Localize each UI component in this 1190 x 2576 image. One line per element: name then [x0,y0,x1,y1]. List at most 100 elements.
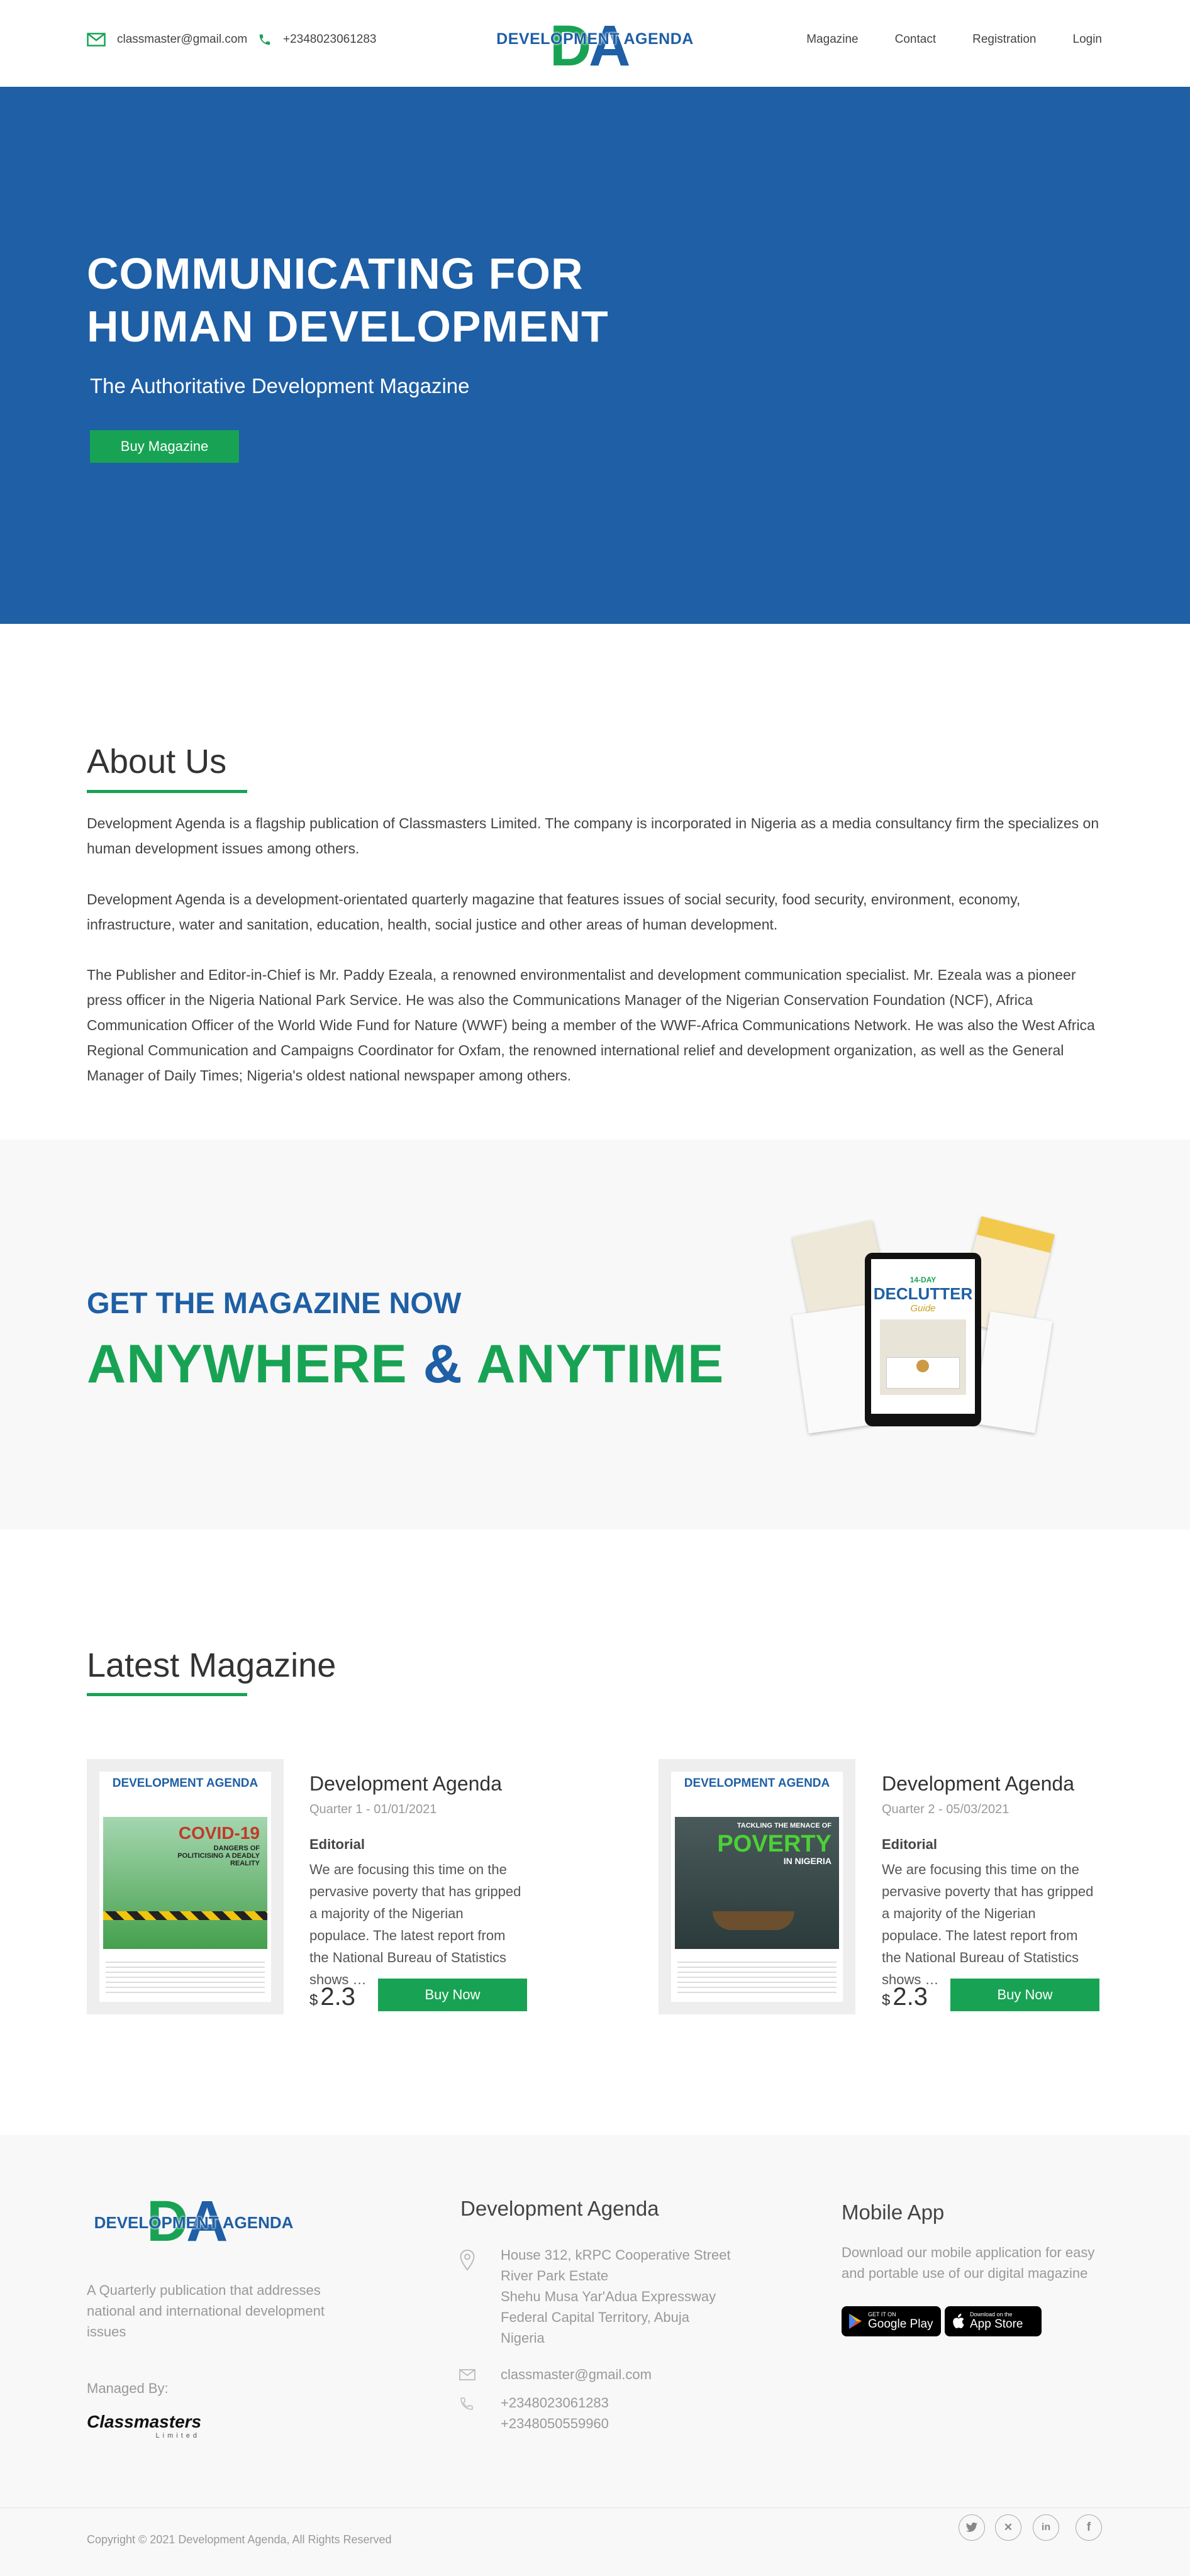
cover-1-page: DEVELOPMENT AGENDA COVID-19 DANGERS OF P… [99,1772,271,2002]
tablet-device: 14-DAY DECLUTTER Guide [865,1253,981,1426]
magazine-cover-1[interactable]: DEVELOPMENT AGENDA COVID-19 DANGERS OF P… [87,1759,284,2014]
magazine-2-title[interactable]: Development Agenda [882,1772,1074,1796]
cover-2-masthead: DEVELOPMENT AGENDA [671,1777,843,1790]
about-title: About Us [87,743,227,780]
nav-login[interactable]: Login [1073,33,1103,47]
cover-1-art: COVID-19 DANGERS OF POLITICISING A DEADL… [103,1817,267,1949]
promo-big-heading: ANYWHERE & ANYTIME [87,1333,724,1396]
phone-icon [259,34,270,45]
magazine-1-date: Quarter 1 - 01/01/2021 [309,1802,437,1816]
footer-logo-text: DEVELOPMENT AGENDA [94,2213,294,2232]
footer-col3-title: Mobile App [842,2201,945,2224]
cover-1-footer-text [106,1958,265,1993]
tablet-title: DECLUTTER [873,1284,973,1303]
magazine-1-buy-button[interactable]: Buy Now [378,1979,527,2011]
tablet-screen: 14-DAY DECLUTTER Guide [871,1259,975,1414]
tablet-title-top: 14-DAY [909,1275,937,1284]
footer-email[interactable]: classmaster@gmail.com [501,2364,652,2385]
magazine-2-currency: $ [882,1992,891,2009]
cover-2-footer-text [677,1958,837,1993]
footer-address: House 312, kRPC Cooperative Street River… [501,2245,731,2348]
cover-1-tape [103,1911,267,1920]
twitter-icon[interactable] [959,2514,985,2541]
hero-section: COMMUNICATING FOR HUMAN DEVELOPMENT The … [0,87,1190,624]
magazine-2-section: Editorial [882,1836,938,1852]
cover-2-headline: POVERTY [717,1831,831,1857]
magazine-2-price: $2.3 [882,1983,928,2011]
address-line-4: Federal Capital Territory, Abuja [501,2309,689,2325]
collage-magazine-front-right [972,1311,1053,1433]
app-store-badge[interactable]: Download on the App Store [945,2306,1042,2336]
footer: D A DEVELOPMENT AGENDA A Quarterly publi… [0,2135,1190,2507]
site-logo[interactable]: D A DEVELOPMENT AGENDA [494,14,696,78]
footer-logo[interactable]: D A DEVELOPMENT AGENDA [87,2189,301,2253]
google-play-badge[interactable]: GET IT ON Google Play [842,2306,941,2336]
about-paragraph-1: Development Agenda is a flagship publica… [87,815,1099,857]
promo-anywhere: ANYWHERE [87,1334,408,1394]
nav-magazine[interactable]: Magazine [806,33,858,47]
footer-app-text: Download our mobile application for easy… [842,2245,1095,2281]
facebook-icon[interactable]: f [1076,2514,1102,2541]
header-phone[interactable]: +2348023061283 [258,33,376,47]
nav-registration[interactable]: Registration [972,33,1036,47]
top-bar: classmaster@gmail.com +2348023061283 D A… [0,0,1190,87]
google-play-text: GET IT ON Google Play [868,2311,933,2331]
magazine-1-title[interactable]: Development Agenda [309,1772,502,1796]
cover-2-art: TACKLING THE MENACE OF POVERTY IN NIGERI… [675,1817,839,1949]
magazine-2-date: Quarter 2 - 05/03/2021 [882,1802,1009,1816]
footer-phones: +2348023061283 +2348050559960 [501,2392,609,2434]
main-nav: Magazine Contact Registration Login [806,33,1102,47]
magazine-2-buy-button[interactable]: Buy Now [950,1979,1099,2011]
google-play-icon [849,2314,862,2329]
tablet-cover-photo [880,1319,966,1395]
cover-1-subhead: DANGERS OF POLITICISING A DEADLY REALITY [177,1845,260,1867]
footer-col2-title: Development Agenda [460,2197,659,2220]
app-store-text: Download on the App Store [970,2311,1023,2331]
location-icon [460,2249,475,2271]
header-email[interactable]: classmaster@gmail.com [87,33,247,47]
cover-1-headline: COVID-19 [178,1823,260,1843]
promo-section: GET THE MAGAZINE NOW ANYWHERE & ANYTIME … [0,1140,1190,1530]
magazine-collage-image: 14-DAY DECLUTTER Guide [792,1215,1055,1441]
hero-subtitle: The Authoritative Development Magazine [90,374,470,397]
nav-contact[interactable]: Contact [895,33,936,47]
classmasters-logo[interactable]: Classmasters Limited [87,2412,201,2440]
mail-icon [87,33,106,47]
about-paragraph-3: The Publisher and Editor-in-Chief is Mr.… [87,967,1095,1084]
magazine-1-description: We are focusing this time on the pervasi… [309,1862,521,1987]
address-line-5: Nigeria [501,2330,545,2346]
promo-anytime: ANYTIME [476,1334,725,1394]
header-email-text: classmaster@gmail.com [117,33,248,46]
footer-phone-icon [460,2397,473,2410]
magazine-1-section: Editorial [309,1836,365,1852]
magazine-cover-2[interactable]: DEVELOPMENT AGENDA TACKLING THE MENACE O… [659,1759,855,2014]
magazine-1-price: $2.3 [309,1983,355,2011]
xing-icon[interactable]: ✕ [995,2514,1021,2541]
footer-managed-by: Managed By: [87,2380,169,2396]
magazine-2-price-value: 2.3 [892,1983,928,2011]
copyright-text: Copyright © 2021 Development Agenda, All… [87,2533,392,2546]
cover-1-masthead-text: DEVELOPMENT AGENDA [112,1777,259,1790]
linkedin-icon[interactable]: in [1033,2514,1059,2541]
cover-1-masthead: DEVELOPMENT AGENDA [99,1777,271,1790]
about-underline [87,790,247,793]
buy-magazine-button[interactable]: Buy Magazine [90,430,239,463]
classmasters-logo-sub: Limited [155,2432,200,2440]
address-line-2: River Park Estate [501,2268,609,2284]
address-line-1: House 312, kRPC Cooperative Street [501,2247,731,2263]
promo-ampersand: & [423,1334,463,1394]
cover-2-subhead-2: IN NIGERIA [783,1856,831,1866]
address-line-3: Shehu Musa Yar'Adua Expressway [501,2289,716,2304]
google-play-small: GET IT ON [868,2311,896,2318]
footer-phone-1[interactable]: +2348023061283 [501,2392,609,2413]
footer-tagline: A Quarterly publication that addresses n… [87,2282,325,2340]
latest-title: Latest Magazine [87,1646,336,1684]
apple-icon [953,2313,964,2328]
footer-phone-2[interactable]: +2348050559960 [501,2413,609,2434]
header-phone-text: +2348023061283 [283,33,377,46]
promo-small-heading: GET THE MAGAZINE NOW [87,1286,462,1319]
logo-text: DEVELOPMENT AGENDA [496,30,694,48]
cover-2-boat [713,1911,794,1930]
cover-2-subhead: TACKLING THE MENACE OF [737,1822,831,1829]
magazine-2-description: We are focusing this time on the pervasi… [882,1862,1094,1987]
